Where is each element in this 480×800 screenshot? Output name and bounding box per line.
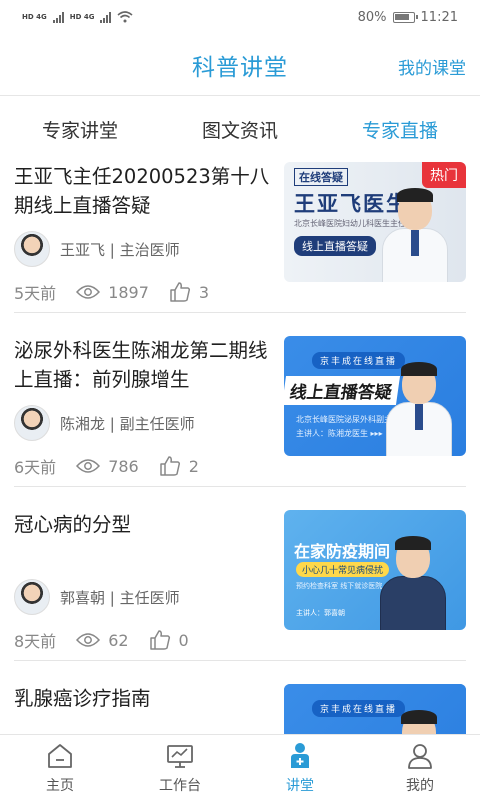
item-thumbnail[interactable]: 京丰成在线直播	[284, 684, 466, 736]
doctor-photo	[386, 362, 452, 456]
status-time: 11:21	[420, 9, 458, 25]
nav-home[interactable]: 主页	[0, 735, 120, 800]
like-count: 3	[198, 282, 210, 302]
eye-icon	[76, 633, 101, 647]
thumb-note: 预约检查科室 线下就诊医院	[296, 582, 383, 590]
thumb-line1: 在线答疑	[294, 168, 348, 186]
my-classroom-link[interactable]: 我的课堂	[398, 54, 466, 79]
app-header: 科普讲堂 我的课堂	[0, 34, 480, 96]
view-count: 1897	[108, 282, 149, 302]
like-count: 2	[188, 456, 199, 476]
item-meta: 6天前 786 2	[14, 454, 199, 478]
like-count: 0	[178, 630, 189, 650]
status-left: HD 4G HD 4G	[22, 11, 133, 23]
author-label: 王亚飞 | 主治医师	[60, 240, 180, 259]
hot-badge: 热门	[422, 162, 466, 188]
thumb-speaker: 主讲人：陈湘龙医生 ▸▸▸	[296, 429, 383, 438]
item-title: 王亚飞主任20200523第十八期线上直播答疑	[14, 165, 270, 217]
category-tabs: 专家讲堂 图文资讯 专家直播	[0, 96, 480, 162]
lecture-icon	[291, 743, 309, 768]
nav-profile[interactable]: 我的	[360, 735, 480, 800]
avatar	[14, 405, 50, 441]
signal-icon	[52, 11, 64, 23]
signal-icon-2	[100, 11, 112, 23]
item-title: 乳腺癌诊疗指南	[14, 687, 151, 710]
network-label-1: HD 4G	[22, 13, 47, 21]
item-title: 冠心病的分型	[14, 513, 132, 536]
avatar	[14, 231, 50, 267]
divider	[14, 660, 466, 661]
thumb-speaker: 主讲人：郭喜朝	[296, 609, 345, 617]
view-count: 62	[108, 630, 129, 650]
workbench-icon	[167, 745, 193, 768]
author-label: 陈湘龙 | 副主任医师	[60, 414, 195, 433]
doctor-photo	[380, 536, 446, 630]
doctor-photo	[382, 188, 448, 282]
item-thumbnail[interactable]: 京丰成在线直播 线上直播答疑 北京长峰医院泌尿外科副主任医师 主讲人：陈湘龙医生…	[284, 336, 466, 456]
item-author: 王亚飞 | 主治医师	[14, 231, 180, 267]
thumb-headline: 在家防疫期间	[294, 542, 391, 561]
tab-expert-lecture[interactable]: 专家讲堂	[0, 116, 160, 143]
battery-percent: 80%	[357, 9, 387, 25]
thumbs-up-icon[interactable]	[149, 629, 171, 651]
item-thumbnail[interactable]: 在线答疑 王亚飞医生 北京长峰医院妇幼儿科医生主任 线上直播答疑 热门	[284, 162, 466, 282]
thumb-headline: 线上直播答疑	[284, 376, 401, 405]
item-author: 陈湘龙 | 副主任医师	[14, 405, 195, 441]
eye-icon	[76, 285, 101, 299]
thumbs-up-icon[interactable]	[159, 455, 181, 477]
doctor-photo	[386, 710, 452, 736]
status-bar: HD 4G HD 4G 80% 11:21	[0, 0, 480, 34]
nav-lecture[interactable]: 讲堂	[240, 735, 360, 800]
nav-label: 我的	[406, 778, 434, 794]
item-meta: 5天前 1897 3	[14, 280, 209, 304]
item-thumbnail[interactable]: 在家防疫期间 小心几十常见病侵扰 预约检查科室 线下就诊医院 主讲人：郭喜朝	[284, 510, 466, 630]
home-icon	[48, 744, 72, 768]
list-item[interactable]: 冠心病的分型 郭喜朝 | 主任医师 8天前 62 0 在家防疫期间 小心几十常见…	[14, 510, 466, 660]
item-author: 郭喜朝 | 主任医师	[14, 579, 180, 615]
tab-expert-live[interactable]: 专家直播	[320, 116, 480, 143]
divider	[14, 312, 466, 313]
author-label: 郭喜朝 | 主任医师	[60, 588, 180, 607]
divider	[14, 486, 466, 487]
network-label-2: HD 4G	[69, 13, 95, 21]
list-item[interactable]: 王亚飞主任20200523第十八期线上直播答疑 王亚飞 | 主治医师 5天前 1…	[14, 162, 466, 312]
thumb-line4: 线上直播答疑	[294, 236, 376, 256]
item-time: 8天前	[14, 632, 57, 651]
profile-icon	[408, 744, 432, 769]
eye-icon	[76, 459, 101, 473]
avatar	[14, 579, 50, 615]
item-meta: 8天前 62 0	[14, 628, 189, 652]
status-right: 80% 11:21	[358, 10, 458, 25]
nav-label: 工作台	[159, 778, 201, 794]
list-item[interactable]: 乳腺癌诊疗指南 京丰成在线直播	[14, 684, 466, 736]
nav-workbench[interactable]: 工作台	[120, 735, 240, 800]
view-count: 786	[108, 456, 139, 476]
battery-icon	[392, 11, 418, 23]
item-title: 泌尿外科医生陈湘龙第二期线上直播：前列腺增生	[14, 339, 268, 391]
tab-article-news[interactable]: 图文资讯	[160, 116, 320, 143]
list-item[interactable]: 泌尿外科医生陈湘龙第二期线上直播：前列腺增生 陈湘龙 | 副主任医师 6天前 7…	[14, 336, 466, 486]
wifi-icon	[117, 11, 133, 23]
item-time: 5天前	[14, 284, 57, 303]
nav-label: 讲堂	[286, 778, 314, 794]
item-time: 6天前	[14, 458, 57, 477]
thumb-subtitle: 小心几十常见病侵扰	[296, 562, 390, 577]
thumbs-up-icon[interactable]	[169, 281, 191, 303]
nav-label: 主页	[46, 778, 74, 794]
bottom-nav: 主页 工作台 讲堂 我的	[0, 734, 480, 800]
